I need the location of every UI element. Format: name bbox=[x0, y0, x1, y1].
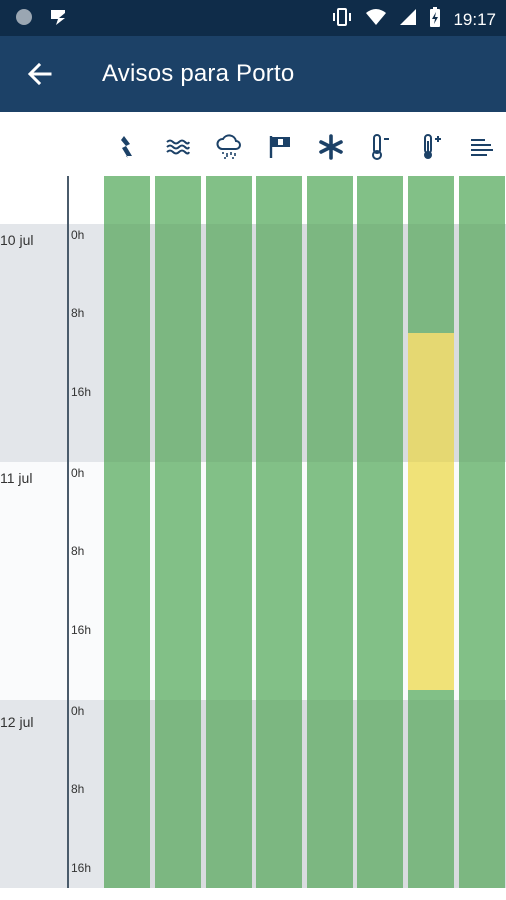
hour-label: 0h bbox=[71, 466, 85, 480]
warning-type-header bbox=[0, 112, 506, 176]
time-axis bbox=[67, 176, 69, 888]
wind-flag-icon bbox=[265, 132, 295, 162]
warning-column-snow[interactable] bbox=[307, 176, 353, 888]
thermometer-cold-icon bbox=[365, 132, 395, 162]
hour-label: 16h bbox=[71, 623, 92, 637]
hour-label: 16h bbox=[71, 385, 92, 399]
waves-icon bbox=[163, 132, 193, 162]
notification-dot-icon bbox=[14, 7, 34, 32]
warning-column-cold-weather[interactable] bbox=[357, 176, 403, 888]
lightning-icon bbox=[112, 132, 142, 162]
day-label: 11 jul bbox=[0, 470, 33, 486]
bottom-spacer bbox=[0, 890, 506, 900]
status-bar: 19:17 bbox=[0, 0, 506, 36]
warning-column-thunderstorm[interactable] bbox=[104, 176, 150, 888]
warning-column-fog[interactable] bbox=[459, 176, 505, 888]
warning-column-precipitation[interactable] bbox=[206, 176, 252, 888]
clock: 19:17 bbox=[453, 9, 496, 29]
warnings-timeline: 10 jul 11 jul 12 jul 0h 8h 16h 0h 8h 16h… bbox=[0, 176, 506, 900]
app-notification-icon bbox=[48, 7, 68, 32]
hour-label: 16h bbox=[71, 861, 92, 875]
day-label: 12 jul bbox=[0, 714, 34, 730]
snowflake-icon bbox=[316, 132, 346, 162]
hour-label: 8h bbox=[71, 544, 85, 558]
warning-column-wind[interactable] bbox=[256, 176, 302, 888]
thermometer-hot-icon bbox=[416, 132, 446, 162]
hour-label: 8h bbox=[71, 306, 85, 320]
fog-icon bbox=[467, 132, 497, 162]
hour-label: 0h bbox=[71, 704, 85, 718]
rain-cloud-icon bbox=[214, 132, 244, 162]
warning-column-coastal-agitation[interactable] bbox=[155, 176, 201, 888]
hour-label: 0h bbox=[71, 228, 85, 242]
day-label: 10 jul bbox=[0, 232, 34, 248]
wifi-icon bbox=[365, 8, 387, 31]
app-bar: Avisos para Porto bbox=[0, 36, 506, 112]
warning-column-hot-weather[interactable] bbox=[408, 176, 454, 888]
page-title: Avisos para Porto bbox=[102, 60, 295, 87]
arrow-left-icon[interactable] bbox=[24, 58, 56, 90]
vibrate-icon bbox=[331, 7, 353, 32]
battery-charging-icon bbox=[429, 6, 441, 33]
signal-icon bbox=[399, 8, 417, 31]
yellow-warning-segment[interactable] bbox=[408, 333, 454, 690]
hour-label: 8h bbox=[71, 782, 85, 796]
